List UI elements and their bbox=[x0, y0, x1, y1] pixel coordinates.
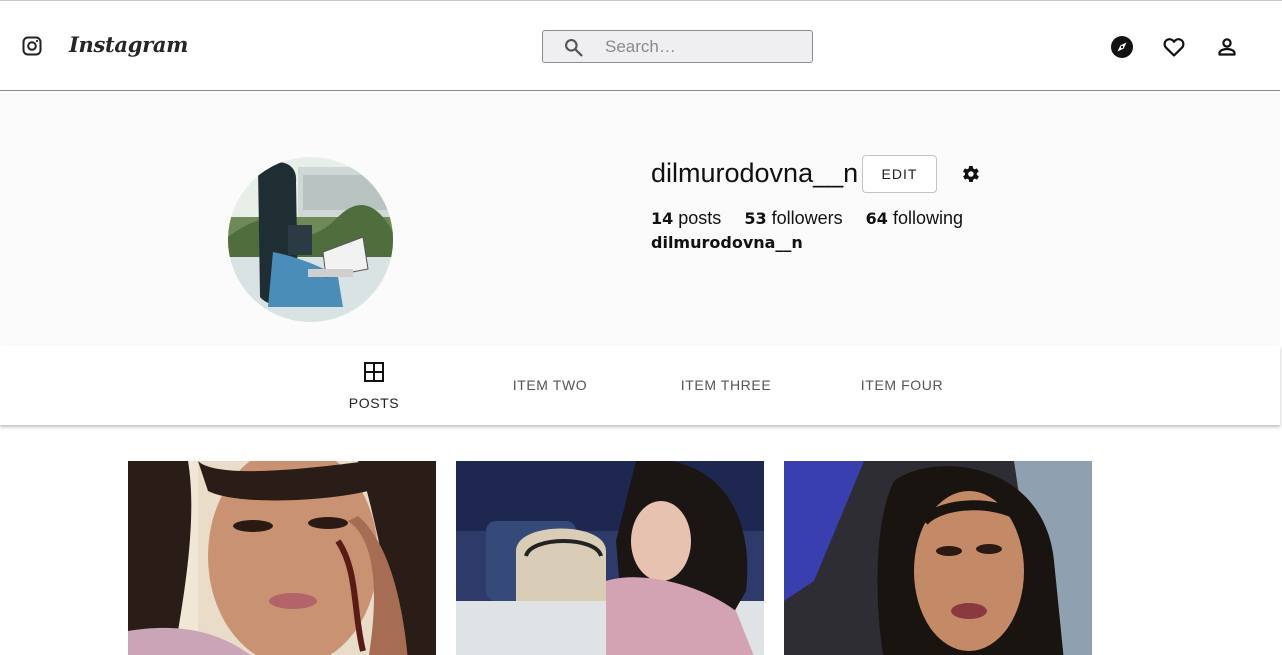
search-icon bbox=[565, 39, 583, 57]
followers-count: 53 bbox=[744, 209, 767, 228]
tab-item-four[interactable]: ITEM FOUR bbox=[814, 346, 990, 425]
tab-item-two[interactable]: ITEM TWO bbox=[462, 346, 638, 425]
edit-profile-button[interactable]: EDIT bbox=[862, 155, 937, 193]
post-image bbox=[456, 461, 764, 655]
instagram-icon[interactable] bbox=[22, 36, 42, 56]
posts-count: 14 bbox=[651, 209, 674, 228]
post-image bbox=[128, 461, 436, 655]
following-label: following bbox=[892, 208, 963, 228]
tab-item-three[interactable]: ITEM THREE bbox=[638, 346, 814, 425]
tab-posts[interactable]: POSTS bbox=[286, 346, 462, 425]
profile-stats: 14 posts 53 followers 64 following bbox=[651, 208, 981, 229]
profile-section: dilmurodovna__n EDIT 14 posts 53 followe… bbox=[0, 92, 1280, 345]
tab-item-three-label: ITEM THREE bbox=[680, 377, 772, 393]
heart-icon[interactable] bbox=[1162, 35, 1186, 59]
post-thumbnail-2[interactable] bbox=[456, 461, 764, 655]
following-stat[interactable]: 64 following bbox=[866, 208, 963, 228]
tab-item-four-label: ITEM FOUR bbox=[860, 377, 944, 393]
explore-icon[interactable] bbox=[1110, 35, 1134, 59]
followers-label: followers bbox=[771, 208, 843, 228]
search-box[interactable] bbox=[542, 30, 813, 63]
profile-username: dilmurodovna__n bbox=[651, 158, 859, 188]
profile-tabs: POSTS ITEM TWO ITEM THREE ITEM FOUR bbox=[0, 346, 1280, 425]
page: Instagram Search… dilmurodovna__n EDIT 1… bbox=[0, 0, 1282, 655]
instagram-logo[interactable]: Instagram bbox=[69, 32, 188, 57]
search-input[interactable] bbox=[605, 35, 805, 59]
post-thumbnail-3[interactable] bbox=[784, 461, 1092, 655]
gear-icon[interactable] bbox=[959, 163, 981, 185]
following-count: 64 bbox=[865, 209, 888, 228]
profile-full-name: dilmurodovna__n bbox=[651, 233, 803, 252]
tab-posts-label: POSTS bbox=[348, 395, 400, 411]
grid-icon bbox=[364, 362, 384, 382]
profile-avatar[interactable] bbox=[228, 157, 393, 322]
person-icon[interactable] bbox=[1215, 35, 1239, 59]
followers-stat[interactable]: 53 followers bbox=[744, 208, 842, 228]
top-navbar: Instagram bbox=[0, 2, 1280, 91]
avatar-image bbox=[228, 157, 393, 322]
posts-label: posts bbox=[678, 208, 722, 228]
post-thumbnail-1[interactable] bbox=[128, 461, 436, 655]
tab-item-two-label: ITEM TWO bbox=[512, 377, 588, 393]
posts-stat: 14 posts bbox=[651, 208, 721, 228]
post-image bbox=[784, 461, 1092, 655]
